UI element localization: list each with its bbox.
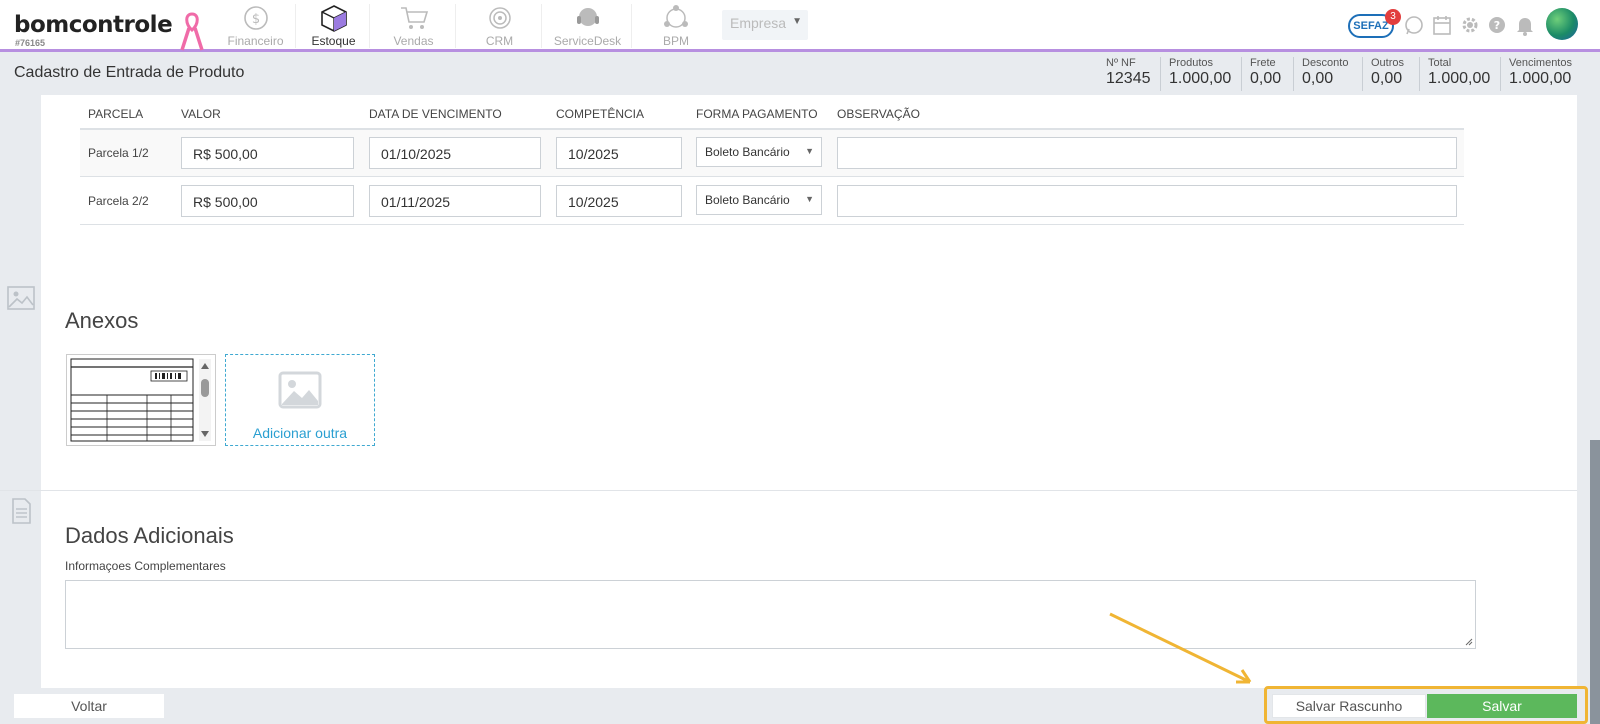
workflow-icon [664, 5, 688, 28]
summary-value: 0,00 [1250, 70, 1282, 87]
account-id: #76165 [15, 38, 46, 48]
summary-value: 1.000,00 [1428, 70, 1491, 87]
back-button[interactable]: Voltar [14, 694, 164, 718]
attachment-thumbnail[interactable] [66, 354, 216, 446]
nav-item-vendas[interactable]: Vendas [372, 4, 456, 48]
summary-frete: Frete 0,00 [1241, 57, 1291, 91]
installment-label: Parcela 2/2 [88, 194, 149, 208]
user-avatar[interactable] [1546, 8, 1578, 40]
installment-label: Parcela 1/2 [88, 146, 149, 160]
summary-label: Total [1428, 57, 1452, 69]
summary-label: Nº NF [1106, 57, 1136, 69]
save-draft-button[interactable]: Salvar Rascunho [1272, 694, 1426, 718]
summary-label: Vencimentos [1509, 57, 1572, 69]
forma-pagamento-select[interactable]: Boleto Bancário ▼ [696, 137, 822, 167]
chevron-down-icon: ▼ [805, 146, 814, 156]
summary-value: 0,00 [1302, 70, 1334, 87]
nav-label: CRM [485, 34, 514, 48]
gear-icon[interactable] [1460, 14, 1480, 36]
company-select[interactable]: Empresa ▼ [722, 10, 808, 40]
summary-label: Produtos [1169, 57, 1214, 69]
document-preview-icon [70, 358, 211, 442]
valor-input[interactable]: R$ 500,00 [181, 185, 354, 217]
competencia-input[interactable]: 10/2025 [556, 185, 682, 217]
svg-text:$: $ [251, 12, 259, 27]
add-attachment-label: Adicionar outra [252, 425, 348, 441]
summary-value: 1.000,00 [1509, 70, 1572, 87]
summary-value: 1.000,00 [1169, 70, 1232, 87]
observacao-input[interactable] [837, 185, 1457, 217]
page-title: Cadastro de Entrada de Produto [14, 64, 245, 81]
nav-item-crm[interactable]: CRM [458, 4, 542, 48]
save-button[interactable]: Salvar [1427, 694, 1577, 718]
summary-label: Frete [1250, 57, 1276, 69]
vencimento-input[interactable]: 01/10/2025 [369, 137, 541, 169]
nav-item-estoque[interactable]: Estoque [298, 4, 370, 48]
summary-outros: Outros 0,00 [1362, 57, 1412, 91]
svg-text:?: ? [1494, 19, 1500, 32]
company-select-value: Empresa [730, 15, 787, 31]
column-header: FORMA PAGAMENTO [696, 107, 818, 121]
summary-value: 0,00 [1371, 70, 1403, 87]
add-attachment-button[interactable]: Adicionar outra [225, 354, 375, 446]
nav-label: BPM [662, 34, 689, 48]
chevron-down-icon: ▼ [792, 16, 802, 27]
cart-icon [400, 7, 428, 29]
image-placeholder-icon [278, 371, 322, 409]
column-header: COMPETÊNCIA [556, 107, 645, 121]
forma-pagamento-value: Boleto Bancário [705, 145, 790, 159]
annotation-arrow-icon [1109, 612, 1252, 684]
summary-nf: Nº NF 12345 [1098, 57, 1162, 91]
observacao-input[interactable] [837, 137, 1457, 169]
calendar-icon[interactable] [1432, 14, 1452, 36]
target-icon [488, 7, 511, 29]
summary-produtos: Produtos 1.000,00 [1160, 57, 1242, 91]
resize-grip-icon[interactable] [1465, 638, 1473, 646]
summary-total: Total 1.000,00 [1419, 57, 1499, 91]
pink-ribbon-icon [180, 12, 204, 51]
dollar-coin-icon: $ [243, 6, 268, 30]
summary-label: Desconto [1302, 57, 1349, 69]
valor-input[interactable]: R$ 500,00 [181, 137, 354, 169]
table-row: Parcela 1/2 R$ 500,00 01/10/2025 10/2025… [80, 130, 1464, 177]
whatsapp-icon[interactable] [1404, 14, 1424, 36]
nav-item-bpm[interactable]: BPM [634, 4, 718, 48]
info-complementares-label: Informaçoes Complementares [65, 559, 226, 573]
top-navigation: bomcontrole #76165 $ Financeiro Estoque … [0, 0, 1600, 52]
vencimento-input[interactable]: 01/11/2025 [369, 185, 541, 217]
section-divider [0, 490, 1577, 491]
brand-logo[interactable]: bomcontrole [14, 12, 173, 38]
headset-icon [576, 8, 599, 26]
box-icon [320, 5, 347, 32]
nav-label: Financeiro [227, 34, 284, 48]
column-header: OBSERVAÇÃO [837, 107, 920, 121]
table-row: Parcela 2/2 R$ 500,00 01/11/2025 10/2025… [80, 178, 1464, 225]
help-icon[interactable]: ? [1487, 14, 1507, 36]
forma-pagamento-select[interactable]: Boleto Bancário ▼ [696, 185, 822, 215]
bell-icon[interactable] [1515, 14, 1535, 36]
summary-vencimentos: Vencimentos 1.000,00 [1500, 57, 1590, 91]
image-icon [7, 286, 35, 310]
nav-item-servicedesk[interactable]: ServiceDesk [544, 4, 632, 48]
page-header: Cadastro de Entrada de Produto Nº NF 123… [0, 55, 1600, 95]
column-header: PARCELA [88, 107, 144, 121]
nav-item-financeiro[interactable]: $ Financeiro [216, 4, 296, 48]
summary-desconto: Desconto 0,00 [1293, 57, 1361, 91]
nav-label: Vendas [393, 34, 434, 48]
page-scrollbar[interactable] [1590, 440, 1600, 724]
document-icon [12, 498, 31, 524]
column-header: VALOR [181, 107, 221, 121]
competencia-input[interactable]: 10/2025 [556, 137, 682, 169]
forma-pagamento-value: Boleto Bancário [705, 193, 790, 207]
nav-label: ServiceDesk [553, 34, 622, 48]
summary-value: 12345 [1106, 70, 1151, 87]
sefaz-notification-badge: 3 [1385, 9, 1401, 25]
summary-label: Outros [1371, 57, 1405, 69]
dados-adicionais-title: Dados Adicionais [65, 523, 234, 548]
nav-label: Estoque [311, 34, 356, 48]
anexos-title: Anexos [65, 308, 139, 333]
chevron-down-icon: ▼ [805, 194, 814, 204]
column-header: DATA DE VENCIMENTO [369, 107, 502, 121]
